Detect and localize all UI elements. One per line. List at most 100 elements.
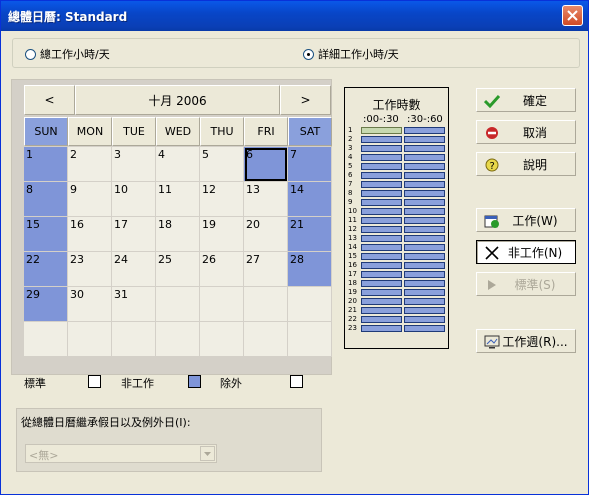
- calendar-day-cell[interactable]: 10: [112, 182, 156, 217]
- weekday-header[interactable]: MON: [68, 117, 112, 146]
- calendar-day-cell[interactable]: 16: [68, 217, 112, 252]
- hour-slot-second-half[interactable]: [404, 208, 445, 215]
- hour-slot-second-half[interactable]: [404, 298, 445, 305]
- hour-slot-first-half[interactable]: [361, 226, 402, 233]
- hour-slot-second-half[interactable]: [404, 217, 445, 224]
- hour-slot-first-half[interactable]: [361, 190, 402, 197]
- hour-slot-second-half[interactable]: [404, 154, 445, 161]
- calendar-day-cell[interactable]: 17: [112, 217, 156, 252]
- calendar-day-cell[interactable]: 9: [68, 182, 112, 217]
- hour-slot-first-half[interactable]: [361, 280, 402, 287]
- calendar-day-cell[interactable]: 5: [200, 147, 244, 182]
- hour-slot-first-half[interactable]: [361, 298, 402, 305]
- work-week-button[interactable]: 工作週(R)...: [476, 329, 576, 353]
- calendar-day-cell[interactable]: 22: [24, 252, 68, 287]
- calendar-day-cell[interactable]: 8: [24, 182, 68, 217]
- calendar-day-cell[interactable]: 2: [68, 147, 112, 182]
- hour-slot-first-half[interactable]: [361, 244, 402, 251]
- hour-slot-first-half[interactable]: [361, 136, 402, 143]
- calendar-day-cell[interactable]: 20: [244, 217, 288, 252]
- hour-slot-first-half[interactable]: [361, 316, 402, 323]
- hour-slot-second-half[interactable]: [404, 136, 445, 143]
- weekday-header[interactable]: THU: [200, 117, 244, 146]
- hour-slot-second-half[interactable]: [404, 127, 445, 134]
- hour-slot-second-half[interactable]: [404, 271, 445, 278]
- hour-slot-second-half[interactable]: [404, 289, 445, 296]
- calendar-day-cell[interactable]: 11: [156, 182, 200, 217]
- hour-slot-first-half[interactable]: [361, 289, 402, 296]
- hour-slot-first-half[interactable]: [361, 253, 402, 260]
- radio-total-hours[interactable]: 總工作小時/天: [25, 46, 110, 62]
- hour-slot-second-half[interactable]: [404, 244, 445, 251]
- calendar-day-cell[interactable]: 3: [112, 147, 156, 182]
- hour-slot-second-half[interactable]: [404, 172, 445, 179]
- calendar-day-cell[interactable]: 28: [288, 252, 332, 287]
- hour-slot-first-half[interactable]: [361, 325, 402, 332]
- hour-slot-second-half[interactable]: [404, 181, 445, 188]
- hour-slot-first-half[interactable]: [361, 199, 402, 206]
- calendar-day-cell[interactable]: 12: [200, 182, 244, 217]
- hour-slot-second-half[interactable]: [404, 226, 445, 233]
- calendar-day-cell[interactable]: 13: [244, 182, 288, 217]
- calendar-day-cell[interactable]: 21: [288, 217, 332, 252]
- hour-slot-second-half[interactable]: [404, 262, 445, 269]
- hour-slot-first-half[interactable]: [361, 271, 402, 278]
- weekday-header[interactable]: SAT: [288, 117, 332, 146]
- hour-slot-first-half[interactable]: [361, 145, 402, 152]
- hour-slot-second-half[interactable]: [404, 199, 445, 206]
- next-month-button[interactable]: >: [280, 85, 331, 115]
- calendar-day-cell[interactable]: [200, 287, 244, 322]
- hour-slot-second-half[interactable]: [404, 163, 445, 170]
- calendar-day-cell[interactable]: [112, 322, 156, 357]
- hour-slot-second-half[interactable]: [404, 280, 445, 287]
- calendar-day-cell[interactable]: 23: [68, 252, 112, 287]
- standard-button[interactable]: 標準(S): [476, 272, 576, 296]
- hour-slot-first-half[interactable]: [361, 262, 402, 269]
- hour-slot-second-half[interactable]: [404, 145, 445, 152]
- hour-slot-first-half[interactable]: [361, 217, 402, 224]
- weekday-header[interactable]: TUE: [112, 117, 156, 146]
- weekday-header[interactable]: FRI: [244, 117, 288, 146]
- calendar-day-cell[interactable]: 26: [200, 252, 244, 287]
- calendar-day-cell[interactable]: [156, 287, 200, 322]
- hour-slot-first-half[interactable]: [361, 235, 402, 242]
- hour-slot-second-half[interactable]: [404, 235, 445, 242]
- hour-slot-first-half[interactable]: [361, 208, 402, 215]
- calendar-day-cell[interactable]: 25: [156, 252, 200, 287]
- hour-slot-first-half[interactable]: [361, 172, 402, 179]
- nonworking-button[interactable]: 非工作(N): [476, 240, 576, 264]
- hour-slot-second-half[interactable]: [404, 190, 445, 197]
- calendar-day-cell[interactable]: 1: [24, 147, 68, 182]
- calendar-day-cell[interactable]: 14: [288, 182, 332, 217]
- weekday-header[interactable]: WED: [156, 117, 200, 146]
- weekday-header[interactable]: SUN: [24, 117, 68, 146]
- ok-button[interactable]: 確定: [476, 88, 576, 112]
- inherit-calendar-select[interactable]: <無>: [25, 444, 217, 463]
- calendar-day-cell[interactable]: [244, 287, 288, 322]
- hour-slot-first-half[interactable]: [361, 181, 402, 188]
- hour-slot-second-half[interactable]: [404, 325, 445, 332]
- calendar-day-cell[interactable]: 7: [288, 147, 332, 182]
- hour-slot-first-half[interactable]: [361, 154, 402, 161]
- calendar-day-cell[interactable]: 27: [244, 252, 288, 287]
- calendar-day-cell[interactable]: 30: [68, 287, 112, 322]
- prev-month-button[interactable]: <: [24, 85, 75, 115]
- calendar-day-cell[interactable]: 15: [24, 217, 68, 252]
- calendar-day-cell[interactable]: [244, 322, 288, 357]
- hour-slot-first-half[interactable]: [361, 163, 402, 170]
- calendar-day-cell[interactable]: [68, 322, 112, 357]
- chevron-down-icon[interactable]: [200, 446, 215, 461]
- calendar-day-cell[interactable]: [24, 322, 68, 357]
- hour-slot-second-half[interactable]: [404, 253, 445, 260]
- calendar-day-cell[interactable]: [200, 322, 244, 357]
- close-button[interactable]: [562, 5, 583, 26]
- calendar-day-cell[interactable]: 29: [24, 287, 68, 322]
- radio-detailed-hours[interactable]: 詳細工作小時/天: [303, 46, 399, 62]
- cancel-button[interactable]: 取消: [476, 120, 576, 144]
- help-button[interactable]: ? 說明: [476, 152, 576, 176]
- hour-slot-first-half[interactable]: [361, 127, 402, 134]
- calendar-day-cell[interactable]: [288, 322, 332, 357]
- hour-slot-second-half[interactable]: [404, 316, 445, 323]
- calendar-day-cell[interactable]: 4: [156, 147, 200, 182]
- calendar-day-cell[interactable]: 31: [112, 287, 156, 322]
